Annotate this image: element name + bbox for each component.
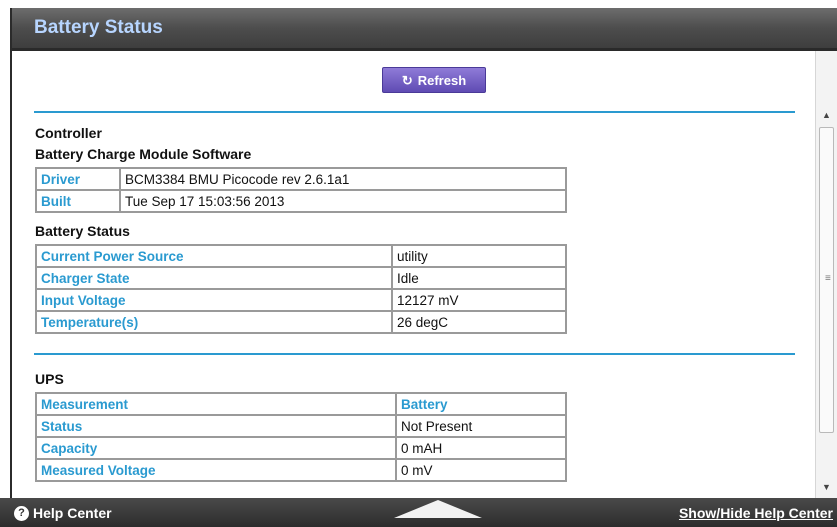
- table-row: Temperature(s) 26 degC: [35, 310, 567, 334]
- table-row: Built Tue Sep 17 15:03:56 2013: [35, 189, 567, 213]
- column-header: Battery: [395, 392, 567, 416]
- page-title: Battery Status: [34, 17, 163, 38]
- row-value: Not Present: [395, 414, 567, 438]
- divider: [34, 353, 795, 355]
- refresh-label: Refresh: [417, 72, 467, 88]
- row-value: Tue Sep 17 15:03:56 2013: [119, 189, 567, 213]
- row-key: Charger State: [35, 266, 393, 290]
- row-value: BCM3384 BMU Picocode rev 2.6.1a1: [119, 167, 567, 191]
- table-header-row: Measurement Battery: [35, 392, 567, 416]
- ups-heading: UPS: [35, 371, 64, 387]
- module-heading: Battery Charge Module Software: [35, 146, 252, 162]
- row-value: 0 mAH: [395, 436, 567, 460]
- divider: [34, 111, 795, 113]
- grip-icon: ≡: [825, 273, 831, 284]
- help-center-link[interactable]: ? Help Center: [14, 505, 112, 521]
- help-icon: ?: [14, 505, 29, 521]
- help-footer: ? Help Center Show/Hide Help Center: [0, 498, 837, 527]
- table-row: Capacity 0 mAH: [35, 436, 567, 460]
- scroll-up-arrow-icon[interactable]: ▲: [816, 106, 837, 124]
- vertical-scrollbar[interactable]: ▲ ≡ ▼: [815, 51, 837, 498]
- controller-heading: Controller: [35, 125, 102, 141]
- module-table: Driver BCM3384 BMU Picocode rev 2.6.1a1 …: [35, 167, 567, 213]
- row-value: Idle: [391, 266, 567, 290]
- row-key: Temperature(s): [35, 310, 393, 334]
- row-value: 12127 mV: [391, 288, 567, 312]
- row-key: Status: [35, 414, 397, 438]
- table-row: Driver BCM3384 BMU Picocode rev 2.6.1a1: [35, 167, 567, 191]
- row-key: Input Voltage: [35, 288, 393, 312]
- row-key: Driver: [35, 167, 121, 191]
- column-header: Measurement: [35, 392, 397, 416]
- battery-status-heading: Battery Status: [35, 223, 130, 239]
- table-row: Measured Voltage 0 mV: [35, 458, 567, 482]
- table-row: Input Voltage 12127 mV: [35, 288, 567, 312]
- battery-table: Current Power Source utility Charger Sta…: [35, 244, 567, 334]
- ups-table: Measurement Battery Status Not Present C…: [35, 392, 567, 482]
- refresh-icon: ↻: [401, 72, 413, 88]
- table-row: Status Not Present: [35, 414, 567, 438]
- help-center-label: Help Center: [33, 505, 112, 521]
- battery-status-panel: Battery Status ↻ Refresh Controller Batt…: [10, 8, 837, 498]
- scrollbar-thumb[interactable]: ≡: [819, 127, 834, 433]
- show-hide-help-center-link[interactable]: Show/Hide Help Center: [679, 505, 833, 521]
- row-key: Capacity: [35, 436, 397, 460]
- title-bar: Battery Status: [12, 8, 837, 51]
- table-row: Charger State Idle: [35, 266, 567, 290]
- row-key: Current Power Source: [35, 244, 393, 268]
- scroll-down-arrow-icon[interactable]: ▼: [816, 478, 837, 496]
- row-value: utility: [391, 244, 567, 268]
- row-key: Built: [35, 189, 121, 213]
- row-value: 26 degC: [391, 310, 567, 334]
- row-value: 0 mV: [395, 458, 567, 482]
- content-area: ↻ Refresh Controller Battery Charge Modu…: [12, 51, 818, 498]
- refresh-button[interactable]: ↻ Refresh: [382, 67, 486, 93]
- row-key: Measured Voltage: [35, 458, 397, 482]
- table-row: Current Power Source utility: [35, 244, 567, 268]
- help-expand-tab-icon[interactable]: [394, 500, 482, 518]
